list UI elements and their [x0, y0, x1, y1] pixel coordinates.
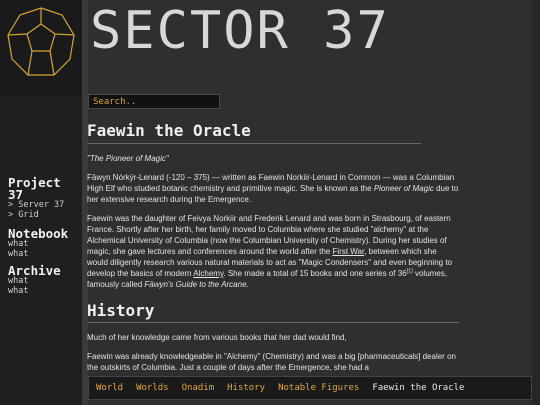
breadcrumb-world[interactable]: World: [96, 383, 123, 393]
sidebar-item-grid[interactable]: > Grid: [8, 210, 64, 221]
link-first-war[interactable]: First War: [332, 247, 364, 256]
breadcrumb-history[interactable]: History: [227, 383, 265, 393]
sidebar-item-notebook-link[interactable]: what: [8, 249, 68, 260]
article: Faewin the Oracle "The Pioneer of Magic"…: [87, 120, 459, 373]
sidebar-item-archive-link[interactable]: what: [8, 286, 61, 297]
epithet-text: "The Pioneer of Magic": [87, 154, 169, 163]
bio-text: . She made a total of 15 books and one s…: [223, 269, 407, 278]
sidebar: Project 37 > Server 37 > Grid Notebook w…: [0, 0, 82, 405]
article-bio: Faewin was the daughter of Feivya Norkii…: [87, 213, 459, 290]
breadcrumb-onadim[interactable]: Onadim: [182, 383, 215, 393]
scrollbar-track[interactable]: [532, 0, 540, 405]
article-epithet: "The Pioneer of Magic": [87, 153, 459, 164]
breadcrumb-current: Faewin the Oracle: [372, 383, 465, 393]
article-intro: Fāwyn Nórkýr-Lenard (-120 – 375) — writt…: [87, 172, 459, 205]
bio-text: .: [246, 280, 249, 289]
sidebar-section-archive: Archive what what: [8, 264, 61, 297]
breadcrumb-notable-figures[interactable]: Notable Figures: [278, 383, 359, 393]
page-title: Faewin the Oracle: [87, 120, 421, 144]
search-input[interactable]: [88, 94, 220, 109]
breadcrumb-worlds[interactable]: Worlds: [136, 383, 169, 393]
link-alchemy[interactable]: Alchemy: [193, 269, 223, 278]
sidebar-section-notebook: Notebook what what: [8, 227, 68, 260]
history-paragraph: Much of her knowledge came from various …: [87, 333, 347, 342]
section-title-history: History: [87, 300, 459, 323]
sidebar-section-project: Project 37 > Server 37 > Grid: [8, 176, 64, 221]
sidebar-title-project[interactable]: Project 37: [8, 176, 64, 201]
intro-emphasis: Pioneer of Magic: [373, 184, 434, 193]
breadcrumb: World Worlds Onadim History Notable Figu…: [88, 376, 532, 400]
bio-emphasis: Fāwyn's Guide to the Arcane: [144, 280, 247, 289]
site-title: SECTOR 37: [90, 1, 390, 61]
site-logo[interactable]: [0, 0, 82, 96]
dodecahedron-logo-icon: [7, 7, 75, 76]
history-paragraph: Faewin was already knowledgeable in "Alc…: [87, 352, 456, 372]
